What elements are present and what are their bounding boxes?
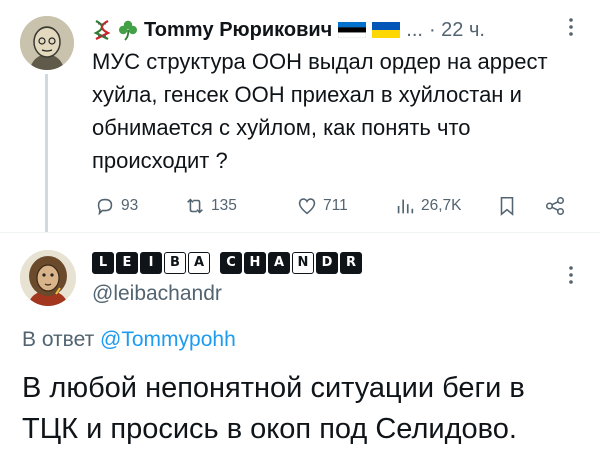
name-ellipsis: ... [406, 18, 423, 41]
reply-count: 93 [121, 197, 139, 214]
name-char: I [140, 252, 162, 274]
reply-button[interactable]: 93 [94, 195, 138, 217]
retweet-button[interactable]: 135 [184, 195, 237, 217]
tweet-text: МУС структура ООН выдал ордер на аррест … [92, 49, 548, 173]
reply-text: В любой непонятной ситуации беги в ТЦК и… [22, 372, 525, 445]
like-count: 711 [323, 197, 348, 214]
bookmark-icon [500, 196, 514, 216]
share-icon [545, 196, 565, 216]
view-count: 26,7K [421, 197, 462, 214]
reply-to-line: В ответ @Tommypohh [22, 328, 236, 352]
reply-to-label: В ответ [22, 328, 95, 351]
estonia-flag [338, 22, 367, 38]
divider [0, 232, 600, 233]
timestamp[interactable]: · 22 ч. [429, 19, 485, 42]
avatar[interactable] [20, 16, 74, 70]
author-name[interactable]: Tommy Рюрикович [144, 19, 332, 42]
views-button[interactable]: 26,7K [394, 195, 462, 217]
tweet-actions: 93 135 711 26,7K [86, 190, 576, 222]
reply-to-mention[interactable]: @Tommypohh [100, 328, 236, 351]
tweet-header: Tommy Рюрикович ... · 22 ч. [92, 14, 485, 46]
thread-line [45, 74, 48, 232]
reply-display-name[interactable]: L E I B A C H A N D R [92, 252, 362, 276]
name-char: L [92, 252, 114, 274]
reply-icon [97, 198, 113, 216]
retweet-icon [187, 198, 203, 214]
name-char: D [316, 252, 338, 274]
shamrock-icon [119, 20, 137, 41]
name-space [212, 252, 218, 276]
dna-icon [93, 20, 111, 40]
share-button[interactable] [544, 195, 566, 217]
name-char: H [244, 252, 266, 274]
name-char: C [220, 252, 242, 274]
more-options-icon[interactable] [566, 264, 576, 286]
name-char: R [340, 252, 362, 274]
name-char: B [164, 252, 186, 274]
analytics-icon [397, 199, 414, 214]
reply-handle[interactable]: @leibachandr [92, 282, 222, 306]
avatar-portrait-icon [20, 16, 74, 70]
name-char: A [268, 252, 290, 274]
name-char: N [292, 252, 314, 274]
more-options-icon[interactable] [566, 16, 576, 38]
parent-tweet[interactable]: Tommy Рюрикович ... · 22 ч. МУС структур… [0, 0, 600, 232]
reply-avatar[interactable] [20, 250, 76, 306]
name-char: E [116, 252, 138, 274]
bookmark-button[interactable] [496, 195, 518, 217]
avatar-lion-icon [20, 250, 76, 306]
retweet-count: 135 [211, 197, 237, 214]
ukraine-flag [372, 22, 401, 38]
name-char: A [188, 252, 210, 274]
heart-icon [298, 198, 316, 215]
like-button[interactable]: 711 [296, 195, 348, 217]
